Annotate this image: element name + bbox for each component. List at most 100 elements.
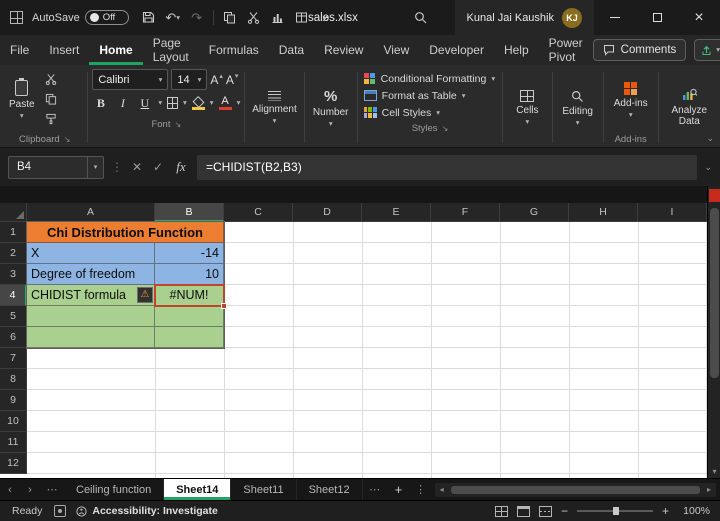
column-header-e[interactable]: E — [362, 203, 431, 222]
tab-view[interactable]: View — [373, 35, 419, 65]
sheet-tab-ceiling-function[interactable]: Ceiling function — [64, 479, 165, 500]
tab-power-pivot[interactable]: Power Pivot — [539, 35, 593, 65]
maximize-button[interactable] — [636, 0, 678, 35]
row-header-6[interactable]: 6 — [0, 327, 27, 348]
row-header-2[interactable]: 2 — [0, 243, 27, 264]
tab-developer[interactable]: Developer — [419, 35, 494, 65]
sheet-tab-sheet14-active[interactable]: Sheet14 — [164, 479, 232, 500]
cell-b3[interactable]: 10 — [155, 264, 224, 285]
row-header-12[interactable]: 12 — [0, 453, 27, 474]
borders-icon[interactable] — [167, 97, 179, 109]
copy-icon[interactable] — [218, 6, 242, 30]
sheet-nav-next-icon[interactable]: › — [20, 484, 40, 496]
row-header-7[interactable]: 7 — [0, 348, 27, 369]
name-box-dropdown-icon[interactable]: ▾ — [87, 156, 103, 178]
increase-font-size-button[interactable]: A ▴ — [210, 73, 223, 87]
comments-button[interactable]: Comments — [592, 39, 687, 61]
format-as-table-button[interactable]: Format as Table ▾ — [360, 87, 501, 104]
underline-dropdown-icon[interactable]: ▾ — [158, 99, 162, 107]
column-header-d[interactable]: D — [293, 203, 362, 222]
account-chip[interactable]: Kunal Jai Kaushik KJ — [454, 0, 594, 35]
minimize-button[interactable] — [594, 0, 636, 35]
addins-button[interactable]: Add-ins ▾ — [606, 68, 656, 132]
tab-home[interactable]: Home — [89, 35, 142, 65]
row-header-9[interactable]: 9 — [0, 390, 27, 411]
format-painter-button[interactable] — [40, 110, 62, 128]
collapse-ribbon-icon[interactable]: ⌄ — [706, 133, 714, 144]
select-all-button[interactable] — [0, 203, 27, 222]
italic-button[interactable]: I — [114, 94, 131, 112]
row-header-4[interactable]: 4 — [0, 285, 27, 306]
cell-a3[interactable]: Degree of freedom — [27, 264, 155, 285]
cell-b2[interactable]: -14 — [155, 243, 224, 264]
normal-view-icon[interactable] — [494, 505, 508, 517]
styles-group-label[interactable]: Styles ↘ — [360, 121, 501, 136]
row-header-11[interactable]: 11 — [0, 432, 27, 453]
sheet-tab-sheet11[interactable]: Sheet11 — [231, 479, 297, 500]
column-header-g[interactable]: G — [500, 203, 569, 222]
cell-a4[interactable]: CHIDIST formula — [27, 285, 155, 306]
sheet-options-icon[interactable]: ⋮ — [411, 483, 431, 496]
insert-function-button[interactable]: fx — [172, 159, 190, 175]
bold-button[interactable]: B — [92, 94, 109, 112]
undo-dropdown-icon[interactable]: ▾ — [176, 13, 180, 21]
vertical-scroll-thumb[interactable] — [710, 208, 719, 378]
cell-b5[interactable] — [155, 306, 224, 327]
tab-formulas[interactable]: Formulas — [199, 35, 269, 65]
column-header-c[interactable]: C — [224, 203, 293, 222]
tab-file[interactable]: File — [0, 35, 39, 65]
cut-icon[interactable] — [242, 6, 266, 30]
tab-review[interactable]: Review — [314, 35, 373, 65]
row-header-10[interactable]: 10 — [0, 411, 27, 432]
search-icon[interactable] — [414, 11, 427, 24]
zoom-in-icon[interactable]: + — [662, 504, 669, 518]
sheet-list-ellipsis-icon[interactable]: ⋯ — [40, 483, 64, 496]
cells-button[interactable]: Cells ▾ — [505, 68, 549, 147]
zoom-out-icon[interactable]: − — [561, 504, 568, 518]
macro-record-icon[interactable] — [54, 505, 67, 517]
cell-a2[interactable]: X — [27, 243, 155, 264]
cell-styles-button[interactable]: Cell Styles ▾ — [360, 104, 501, 121]
cut-button[interactable] — [40, 70, 62, 88]
save-icon[interactable] — [137, 6, 161, 30]
tab-insert[interactable]: Insert — [39, 35, 89, 65]
cell-a6[interactable] — [27, 327, 155, 348]
horizontal-scrollbar[interactable]: ◂ ▸ — [434, 482, 716, 497]
clipboard-dialog-launcher-icon[interactable]: ↘ — [64, 135, 71, 144]
number-button[interactable]: % Number ▾ — [307, 68, 355, 147]
font-dialog-launcher-icon[interactable]: ↘ — [174, 120, 181, 129]
paste-button[interactable]: Paste ▾ — [4, 68, 40, 130]
copy-button[interactable] — [40, 90, 62, 108]
autosave-control[interactable]: AutoSave Off — [32, 10, 129, 25]
zoom-level[interactable]: 100% — [678, 505, 710, 517]
cancel-entry-icon[interactable]: ✕ — [130, 160, 144, 174]
tab-data[interactable]: Data — [269, 35, 314, 65]
row-header-8[interactable]: 8 — [0, 369, 27, 390]
row-header-3[interactable]: 3 — [0, 264, 27, 285]
underline-button[interactable]: U — [136, 94, 153, 112]
font-color-button[interactable]: A — [218, 96, 232, 110]
page-break-preview-icon[interactable] — [538, 505, 552, 517]
fill-color-button[interactable] — [191, 95, 205, 110]
zoom-slider-thumb[interactable] — [612, 507, 619, 515]
alignment-button[interactable]: Alignment ▾ — [247, 68, 301, 147]
accessibility-status[interactable]: Accessibility: Investigate — [76, 505, 218, 517]
font-size-select[interactable]: 14 ▾ — [171, 69, 208, 90]
collapse-formula-bar-icon[interactable]: ⌄ — [704, 162, 712, 173]
page-layout-view-icon[interactable] — [516, 505, 530, 517]
fill-handle[interactable] — [221, 303, 227, 309]
column-header-a[interactable]: A — [27, 203, 155, 222]
font-group-label[interactable]: Font ↘ — [90, 117, 242, 132]
font-color-dropdown-icon[interactable]: ▾ — [237, 99, 241, 107]
clipboard-group-label[interactable]: Clipboard ↘ — [4, 132, 85, 147]
share-button[interactable]: ▾ — [694, 39, 720, 61]
column-header-f[interactable]: F — [431, 203, 500, 222]
row-header-1[interactable]: 1 — [0, 222, 27, 243]
tab-help[interactable]: Help — [494, 35, 539, 65]
scroll-up-flag[interactable] — [709, 189, 720, 202]
undo-icon[interactable]: ↶ ▾ — [161, 6, 185, 30]
horizontal-scroll-thumb[interactable] — [450, 485, 700, 494]
decrease-font-size-button[interactable]: A ▾ — [226, 73, 239, 87]
redo-icon[interactable]: ↷ — [185, 6, 209, 30]
error-checking-button[interactable]: ⚠ — [137, 287, 153, 303]
